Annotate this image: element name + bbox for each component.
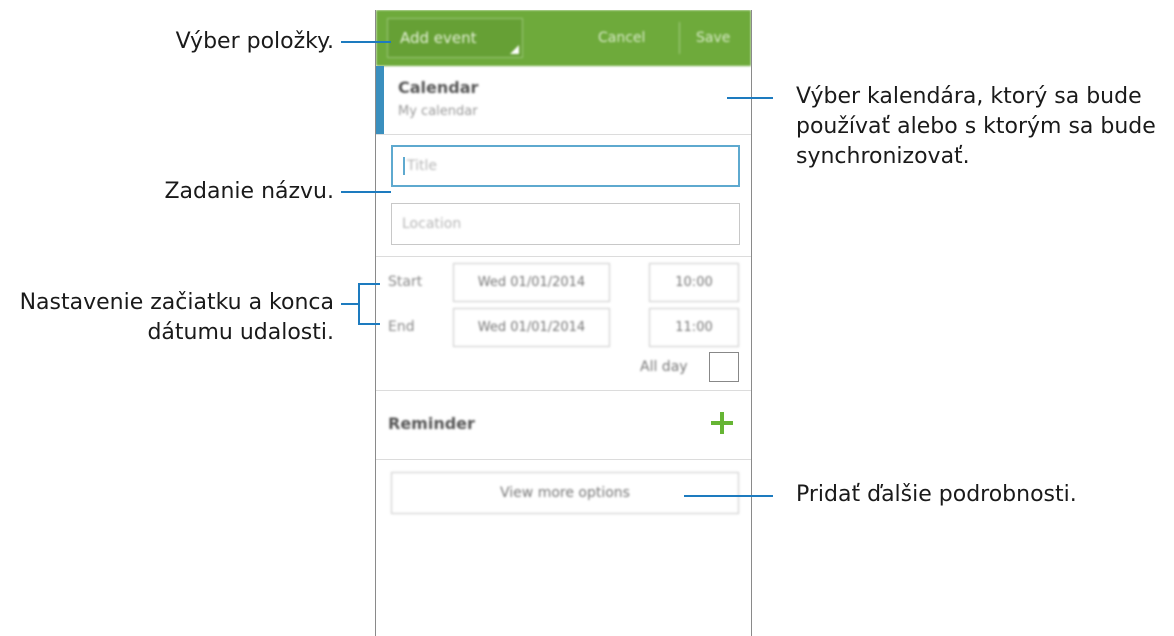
- calendar-selector[interactable]: Calendar My calendar: [376, 66, 751, 135]
- action-bar-divider: [679, 22, 680, 54]
- event-type-dropdown[interactable]: Add event: [387, 18, 523, 58]
- calendar-label: Calendar: [398, 78, 479, 97]
- start-date-picker[interactable]: Wed 01/01/2014: [453, 263, 610, 302]
- dropdown-corner-icon: [510, 45, 519, 54]
- callout-bracket-top: [358, 283, 380, 285]
- calendar-accent-bar: [376, 66, 384, 134]
- cancel-button[interactable]: Cancel: [598, 10, 645, 66]
- add-reminder-plus-icon[interactable]: [709, 410, 735, 436]
- callout-set-dates-line2: dátumu udalosti.: [147, 320, 334, 345]
- all-day-label: All day: [640, 359, 688, 375]
- end-label: End: [388, 319, 415, 335]
- callout-line-enter-title: [341, 191, 391, 193]
- location-field[interactable]: Location: [391, 203, 740, 245]
- callout-add-details: Pridať ďalšie podrobnosti.: [796, 482, 1077, 507]
- divider: [376, 390, 751, 391]
- reminder-label: Reminder: [388, 414, 475, 433]
- start-time-picker[interactable]: 10:00: [649, 263, 739, 302]
- callout-line-add-details: [684, 495, 773, 497]
- end-time-picker[interactable]: 11:00: [649, 308, 739, 347]
- action-bar: Add event Cancel Save: [376, 10, 751, 66]
- phone-screen: Add event Cancel Save Calendar My calend…: [375, 10, 752, 636]
- text-cursor: [403, 157, 405, 175]
- callout-select-calendar-line3: synchronizovať.: [796, 144, 970, 169]
- end-date-picker[interactable]: Wed 01/01/2014: [453, 308, 610, 347]
- calendar-value: My calendar: [398, 104, 478, 119]
- start-label: Start: [388, 274, 423, 290]
- divider: [376, 256, 751, 257]
- all-day-checkbox[interactable]: [709, 352, 739, 382]
- location-placeholder: Location: [402, 216, 462, 232]
- callout-select-item: Výber položky.: [175, 29, 334, 54]
- callout-enter-title: Zadanie názvu.: [164, 179, 334, 204]
- callout-select-calendar-line1: Výber kalendára, ktorý sa bude: [796, 84, 1142, 109]
- event-type-label: Add event: [400, 29, 477, 47]
- callout-line-set-dates-stub: [341, 303, 359, 305]
- title-placeholder: Title: [407, 158, 438, 174]
- callout-select-calendar-line2: používať alebo s ktorým sa bude: [796, 114, 1156, 139]
- view-more-options-button[interactable]: View more options: [391, 472, 739, 514]
- callout-line-select-item: [341, 41, 391, 43]
- callout-bracket-set-dates: [358, 283, 360, 325]
- callout-line-select-calendar: [727, 97, 773, 99]
- callout-bracket-bottom: [358, 323, 380, 325]
- divider: [376, 459, 751, 460]
- save-button[interactable]: Save: [696, 10, 730, 66]
- callout-set-dates-line1: Nastavenie začiatku a konca: [19, 290, 334, 315]
- title-field[interactable]: Title: [391, 145, 740, 187]
